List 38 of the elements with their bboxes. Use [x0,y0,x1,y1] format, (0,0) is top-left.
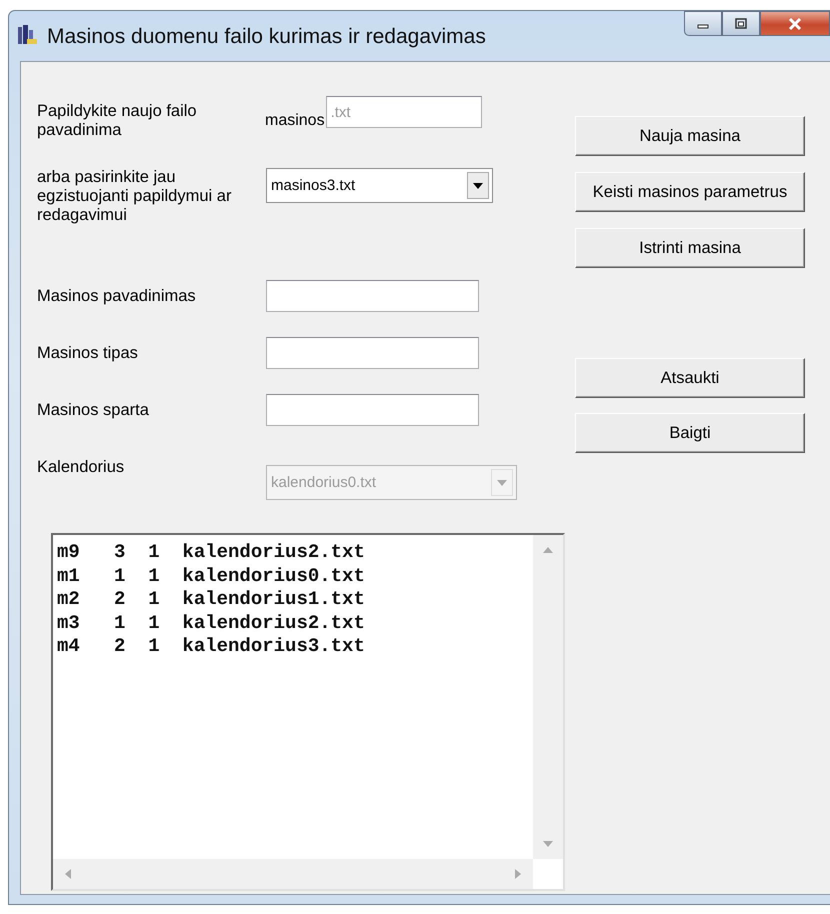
list-line: m4 2 1 kalendorius3.txt [57,635,365,658]
field-label: Kalendorius [37,458,126,477]
text-list[interactable]: m9 3 1 kalendorius2.txt m1 1 1 kalendorius0.txt m2 2 1 kalendorius1.txt m3 1 1 kalendorius2.txt m4 2 1 kalendorius3.txt [51,533,565,891]
text-field[interactable] [266,280,479,312]
close-icon [787,16,803,30]
caret-icon [497,480,507,486]
dialog-button[interactable]: Baigti [575,413,805,453]
field-label: Masinos pavadinimas [37,286,197,306]
maximize-icon [734,18,748,30]
field-label: Masinos tipas [37,344,139,362]
file-dropdown[interactable]: masinos3.txt [266,168,493,203]
list-line: m3 1 1 kalendorius2.txt [57,612,365,635]
field-label: Masinos sparta [37,400,150,420]
scroll-up-icon[interactable] [543,547,553,553]
list-line: m1 1 1 kalendorius0.txt [57,564,365,588]
app-icon [17,24,39,46]
action-button[interactable]: Keisti masinos parametrus [575,172,805,212]
vertical-scrollbar[interactable] [533,535,563,859]
dialog-button[interactable]: Atsaukti [575,358,805,398]
list-line: m2 2 1 kalendorius1.txt [57,588,365,612]
scroll-down-icon[interactable] [543,841,553,847]
scroll-right-icon[interactable] [515,869,521,879]
action-button[interactable]: Istrinti masina [575,228,805,268]
horizontal-scrollbar[interactable] [53,859,533,889]
scroll-left-icon[interactable] [65,869,71,879]
caret-icon [473,182,483,188]
text-field[interactable] [266,337,479,369]
field-label: Papildykite naujo failo pavadinima [37,102,198,140]
window-title: Masinos duomenu failo kurimas ir redagavimas [47,25,486,49]
minimize-button[interactable] [684,11,722,36]
prefix-label: masinos [265,111,325,131]
maximize-button[interactable] [722,11,760,36]
close-button[interactable] [760,11,830,36]
list-line: m9 3 1 kalendorius2.txt [57,541,365,564]
filename-field[interactable]: .txt [326,96,482,128]
text-field[interactable] [266,394,479,426]
field-label: arba pasirinkite jau egzistuojanti papildymui ar redagavimui [37,168,232,225]
action-button[interactable]: Nauja masina [575,116,805,156]
